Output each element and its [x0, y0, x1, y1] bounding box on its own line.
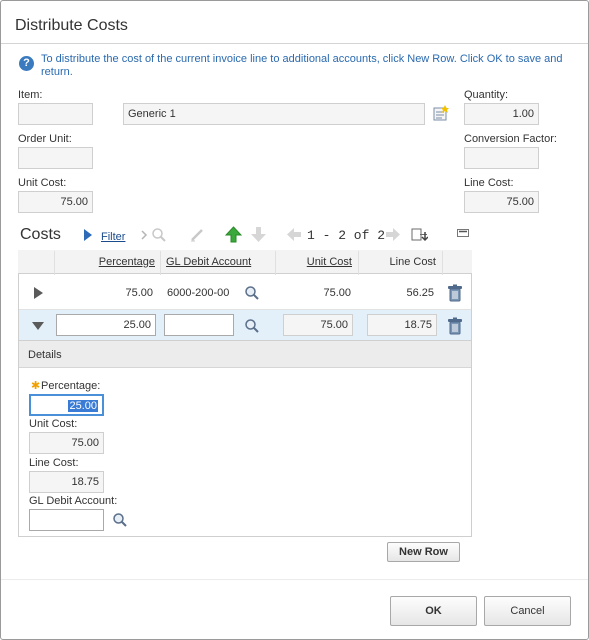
item-description-field: Generic 1 [123, 103, 425, 125]
details-line-cost-field: 18.75 [29, 471, 104, 493]
column-header-gl-debit-account[interactable]: GL Debit Account [166, 256, 256, 268]
details-gl-account-input[interactable] [29, 509, 104, 531]
quantity-field: 1.00 [464, 103, 539, 125]
new-row-button[interactable]: New Row [387, 542, 460, 562]
item-label: Item: [18, 89, 43, 101]
details-header [19, 341, 471, 368]
details-title: Details [28, 349, 62, 361]
details-line-cost-label: Line Cost: [29, 457, 79, 469]
row-line-cost: 56.25 [406, 287, 434, 299]
cancel-button[interactable]: Cancel [484, 596, 571, 626]
chevron-right-icon [140, 230, 148, 240]
item-field [18, 103, 93, 125]
row-unit-cost: 75.00 [323, 287, 351, 299]
conversion-factor-field [464, 147, 539, 169]
footer-divider [1, 579, 588, 580]
dialog-title: Distribute Costs [15, 17, 128, 34]
move-up-icon[interactable] [225, 226, 242, 243]
details-percentage-label: Percentage: [41, 380, 101, 392]
item-details-icon[interactable] [432, 104, 450, 122]
delete-row-icon[interactable] [447, 317, 463, 335]
column-header-line-cost: Line Cost [389, 256, 436, 268]
info-icon: ? [19, 56, 34, 71]
next-page-icon[interactable] [385, 227, 401, 242]
required-star-icon: ✱ [31, 380, 41, 392]
line-cost-label: Line Cost: [464, 177, 514, 189]
edit-icon[interactable] [189, 227, 205, 243]
previous-page-icon[interactable] [286, 227, 302, 242]
line-cost-field: 75.00 [464, 191, 539, 213]
details-unit-cost-field: 75.00 [29, 432, 104, 454]
title-divider [1, 43, 588, 44]
details-unit-cost-label: Unit Cost: [29, 418, 78, 430]
details-gl-account-label: GL Debit Account: [29, 495, 118, 507]
delete-row-icon[interactable] [447, 284, 463, 302]
row-line-cost: 18.75 [367, 314, 437, 336]
order-unit-label: Order Unit: [18, 133, 72, 145]
export-icon[interactable] [411, 227, 428, 242]
filter-link[interactable]: Filter [101, 231, 125, 243]
details-percentage-selected-text: 25.00 [68, 400, 98, 412]
column-header-unit-cost[interactable]: Unit Cost [279, 256, 352, 268]
costs-section-title: Costs [20, 226, 61, 243]
row-percentage: 75.00 [125, 287, 153, 299]
details-percentage-input[interactable]: 25.00 [29, 394, 104, 416]
row-gl-account-input[interactable] [164, 314, 234, 336]
ok-button[interactable]: OK [390, 596, 477, 626]
lookup-icon[interactable] [244, 285, 260, 301]
row-gl-account: 6000-200-00 [167, 287, 230, 299]
conversion-factor-label: Conversion Factor: [464, 133, 557, 145]
lookup-icon[interactable] [244, 318, 260, 334]
distribute-costs-dialog: Distribute Costs ? To distribute the cos… [0, 0, 589, 640]
collapse-row-icon[interactable] [31, 321, 45, 331]
row-unit-cost: 75.00 [283, 314, 353, 336]
unit-cost-label: Unit Cost: [18, 177, 67, 189]
search-icon[interactable] [151, 227, 167, 243]
order-unit-field [18, 147, 93, 169]
pager-text: 1 - 2 of 2 [307, 228, 386, 243]
column-header-percentage[interactable]: Percentage [57, 256, 155, 268]
collapse-section-icon[interactable] [457, 229, 469, 237]
filter-toggle-icon[interactable] [83, 228, 93, 242]
move-down-icon[interactable] [250, 226, 267, 243]
expand-row-icon[interactable] [32, 286, 44, 300]
unit-cost-field: 75.00 [18, 191, 93, 213]
info-text: To distribute the cost of the current in… [41, 53, 563, 78]
quantity-label: Quantity: [464, 89, 509, 101]
row-percentage-input[interactable]: 25.00 [56, 314, 156, 336]
lookup-icon[interactable] [112, 512, 128, 528]
